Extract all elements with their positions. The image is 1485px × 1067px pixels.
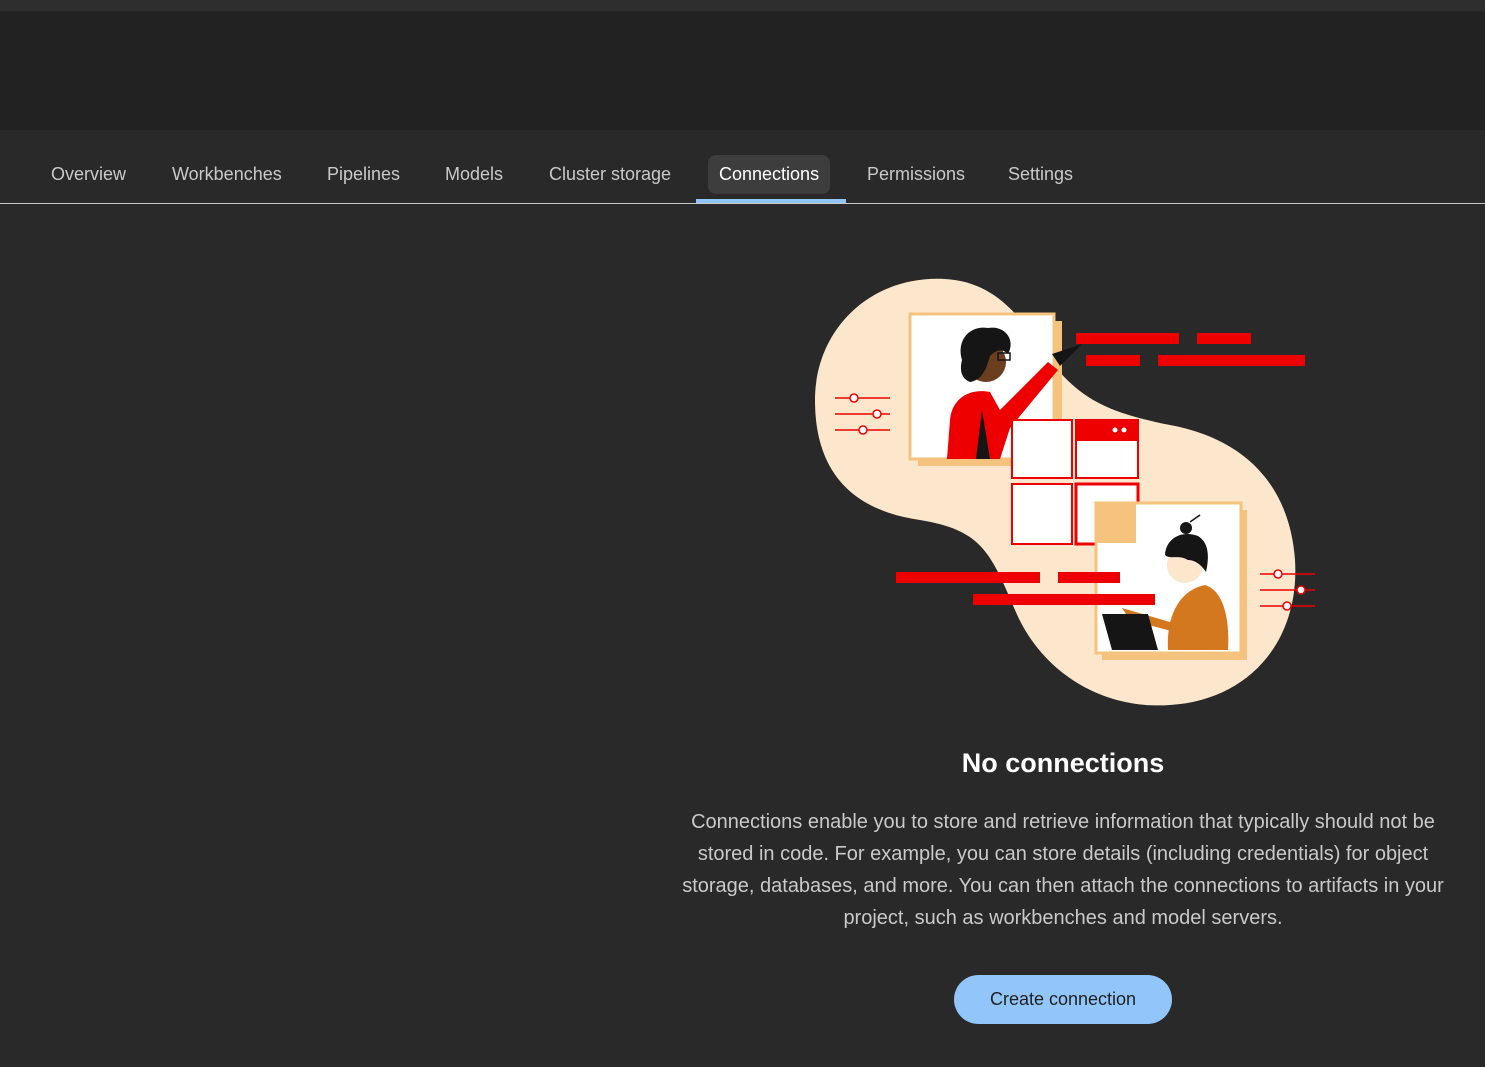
create-connection-button[interactable]: Create connection (954, 975, 1172, 1024)
tab-overview[interactable]: Overview (40, 155, 137, 194)
tab-permissions[interactable]: Permissions (856, 155, 976, 194)
tab-pipelines[interactable]: Pipelines (316, 155, 411, 194)
project-tabs: Overview Workbenches Pipelines Models Cl… (0, 130, 1485, 204)
empty-state-title: No connections (961, 748, 1165, 778)
page-header (0, 11, 1485, 130)
active-tab-indicator (696, 199, 846, 203)
empty-state-description: Connections enable you to store and retr… (682, 811, 1444, 929)
tab-settings[interactable]: Settings (997, 155, 1084, 194)
tab-workbenches[interactable]: Workbenches (161, 155, 293, 194)
tab-models[interactable]: Models (434, 155, 514, 194)
tab-connections[interactable]: Connections (708, 155, 831, 194)
tab-cluster-storage[interactable]: Cluster storage (538, 155, 682, 194)
collaboration-illustration (815, 278, 1315, 706)
top-strip (0, 0, 1485, 11)
